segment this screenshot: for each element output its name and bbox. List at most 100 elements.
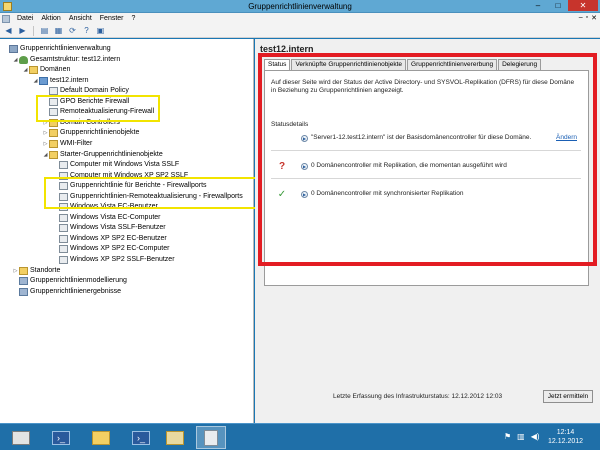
- mdi-minimize-button[interactable]: –: [579, 14, 583, 22]
- title-bar: Gruppenrichtlinienverwaltung – □ ✕: [0, 0, 600, 13]
- window-controls: – □ ✕: [528, 0, 598, 11]
- forward-arrow-icon[interactable]: ▶: [17, 25, 28, 36]
- gpo-icon: [59, 213, 68, 222]
- tools-button[interactable]: [160, 426, 190, 449]
- tools-icon: [166, 430, 184, 445]
- clock-date: 12.12.2012: [548, 438, 584, 445]
- tree-item-label: Gruppenrichtlinienobjekte: [60, 129, 140, 137]
- mmc-icon[interactable]: [2, 14, 10, 23]
- toolbar: ◀ ▶ ▤ ▦ ⟳ ? ▣: [0, 24, 600, 38]
- window-title: Gruppenrichtlinienverwaltung: [248, 2, 352, 11]
- gpmc-icon: [204, 429, 218, 446]
- menu-datei[interactable]: Datei: [13, 13, 37, 24]
- tree-item[interactable]: Gruppenrichtlinienmodellierung: [12, 276, 127, 286]
- filter-icon: [19, 277, 28, 286]
- tree-item-label: test12.intern: [50, 76, 89, 84]
- expand-toggle-icon[interactable]: ◢: [22, 65, 29, 75]
- toolbar-separator: [33, 25, 34, 36]
- refresh-icon[interactable]: ⟳: [67, 25, 78, 36]
- powershell-ise-icon: ›_: [132, 430, 150, 445]
- filter-icon: [19, 287, 28, 296]
- server-manager-icon: [12, 430, 30, 445]
- folder-icon: [19, 266, 28, 275]
- expand-toggle-icon[interactable]: ◢: [32, 76, 39, 86]
- folder-icon: [29, 66, 38, 75]
- system-tray: ⚑ ▥ ◀): [504, 432, 540, 441]
- menu-bar: Datei Aktion Ansicht Fenster ? – ▫ ✕: [0, 13, 600, 24]
- explorer-button[interactable]: [86, 426, 116, 449]
- gpo-icon: [59, 256, 68, 264]
- tree-item-label: Windows Vista EC-Computer: [70, 213, 161, 221]
- flag-icon[interactable]: ⚑: [504, 432, 511, 441]
- tree-item[interactable]: ◢ Starter-Gruppenrichtlinienobjekte: [42, 150, 163, 160]
- tree-item[interactable]: ◢ test12.intern: [32, 76, 89, 86]
- clock-time: 12:14: [556, 429, 575, 436]
- tree-item-label: Gesamtstruktur: test12.intern: [30, 55, 121, 63]
- gpo-icon: [59, 161, 68, 170]
- tree-item[interactable]: Gruppenrichtlinienverwaltung: [2, 44, 111, 54]
- expand-toggle-icon[interactable]: ▷: [12, 266, 19, 276]
- expand-toggle-icon[interactable]: ▷: [42, 128, 49, 138]
- tree-item[interactable]: Windows Vista SSLF-Benutzer: [52, 223, 166, 233]
- tree-item[interactable]: ◢ Gesamtstruktur: test12.intern: [12, 55, 120, 65]
- maximize-button[interactable]: □: [548, 0, 568, 11]
- menu-ansicht[interactable]: Ansicht: [65, 13, 96, 24]
- menu-help[interactable]: ?: [128, 13, 140, 24]
- folder-up-icon[interactable]: ▤: [39, 25, 50, 36]
- close-button[interactable]: ✕: [568, 0, 598, 11]
- tree-item[interactable]: ▷ Standorte: [12, 266, 60, 276]
- mdi-maximize-button[interactable]: ▫: [586, 14, 588, 22]
- mdi-controls: – ▫ ✕: [579, 14, 597, 22]
- tree-item[interactable]: Windows XP SP2 EC-Computer: [52, 244, 169, 254]
- gpmc-taskbar-button[interactable]: [196, 426, 226, 449]
- network-icon[interactable]: ▥: [517, 432, 525, 441]
- expand-toggle-icon[interactable]: ▷: [42, 139, 49, 149]
- tree-item[interactable]: Windows Vista EC-Computer: [52, 213, 161, 223]
- tree-item[interactable]: Windows XP SP2 EC-Benutzer: [52, 234, 167, 244]
- back-arrow-icon[interactable]: ◀: [3, 25, 14, 36]
- tree-item-label: Windows XP SP2 EC-Benutzer: [70, 234, 167, 242]
- tree-item[interactable]: ◢ Domänen: [22, 65, 70, 75]
- powershell-button[interactable]: ›_: [46, 426, 76, 449]
- properties-icon[interactable]: ▣: [95, 25, 106, 36]
- powershell-icon: ›_: [52, 430, 70, 445]
- folder-icon: [49, 139, 58, 148]
- menu-aktion[interactable]: Aktion: [37, 13, 64, 24]
- detect-now-button[interactable]: Jetzt ermitteln: [543, 390, 593, 403]
- tree-item-label: Windows XP SP2 SSLF-Benutzer: [70, 256, 175, 263]
- tree-item[interactable]: Windows XP SP2 SSLF-Benutzer: [52, 255, 175, 265]
- expand-toggle-icon[interactable]: ◢: [12, 55, 19, 65]
- menu-fenster[interactable]: Fenster: [96, 13, 128, 24]
- tree-item-label: Standorte: [30, 266, 61, 274]
- tree-item[interactable]: Computer mit Windows Vista SSLF: [52, 160, 179, 170]
- powershell-ise-button[interactable]: ›_: [126, 426, 156, 449]
- gpo-icon: [49, 87, 58, 96]
- tree-item-label: Starter-Gruppenrichtlinienobjekte: [60, 150, 163, 158]
- tree-item-label: Windows Vista SSLF-Benutzer: [70, 224, 166, 232]
- volume-icon[interactable]: ◀): [531, 432, 540, 441]
- clock[interactable]: 12:14 12.12.2012: [548, 428, 583, 446]
- tree-item-label: WMI-Filter: [60, 139, 93, 147]
- show-hide-tree-icon[interactable]: ▦: [53, 25, 64, 36]
- tree-item[interactable]: Gruppenrichtlinienergebnisse: [12, 287, 121, 297]
- folder-icon: [92, 430, 110, 445]
- tree-item-label: Windows XP SP2 EC-Computer: [70, 245, 170, 253]
- tree-item[interactable]: ▷ WMI-Filter: [42, 139, 92, 149]
- folder-icon: [49, 150, 58, 159]
- tree-item[interactable]: ▷ Gruppenrichtlinienobjekte: [42, 128, 139, 138]
- folder-icon: [49, 129, 58, 138]
- mdi-close-button[interactable]: ✕: [591, 14, 597, 22]
- minimize-button[interactable]: –: [528, 0, 548, 11]
- help-icon[interactable]: ?: [81, 25, 92, 36]
- server-manager-button[interactable]: [6, 426, 36, 449]
- tree-item-label: Domänen: [40, 66, 71, 74]
- expand-toggle-icon[interactable]: ◢: [42, 150, 49, 160]
